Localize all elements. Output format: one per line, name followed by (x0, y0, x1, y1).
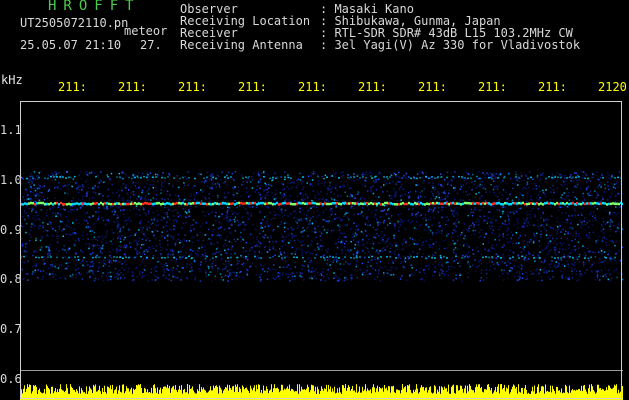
x-tick-label: 211: (358, 80, 387, 94)
info-key: Receiving Antenna (180, 38, 303, 52)
info-row: Receiving Antenna : 3el Yagi(V) Az 330 fo… (180, 38, 580, 52)
mode-label: meteor (124, 24, 168, 38)
info-value: : 3el Yagi(V) Az 330 for Vladivostok (320, 38, 581, 52)
count-label: 27. (140, 38, 162, 52)
y-tick-label: 0.9 (0, 222, 22, 237)
y-tick-label: 1.1 (0, 123, 22, 137)
app-title: HROFFT (48, 0, 141, 14)
y-tick-label: 0.8 (0, 272, 22, 287)
x-tick-label: 211: (538, 80, 567, 94)
x-tick-label: 211: (238, 80, 267, 94)
y-tick-label: 0.6 (0, 372, 22, 386)
x-tick-label: 211: (418, 80, 447, 94)
x-tick-label: 211: (118, 80, 147, 94)
y-tick-label: 0.7 (0, 322, 22, 337)
y-axis-unit: kHz (1, 73, 23, 87)
x-tick-label: 211: (298, 80, 327, 94)
x-tick-label: 2120 (598, 80, 627, 94)
x-tick-label: 211: (58, 80, 87, 94)
y-tick-label: 1.0 (0, 172, 22, 187)
filename-label: UT2505072110.pn (20, 16, 129, 30)
plot-frame (20, 101, 622, 399)
datetime-label: 25.05.07 21:10 (20, 38, 122, 52)
x-tick-label: 211: (178, 80, 207, 94)
x-tick-label: 211: (478, 80, 507, 94)
